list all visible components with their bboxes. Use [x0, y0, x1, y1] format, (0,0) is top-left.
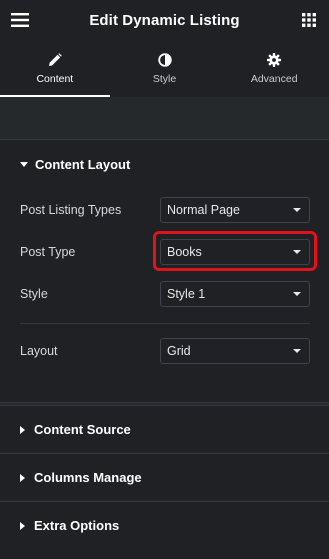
- caret-right-icon: [20, 521, 25, 530]
- style-value: Style 1: [167, 287, 206, 301]
- section-extra-options-title: Extra Options: [34, 518, 120, 533]
- section-columns-manage-header: Columns Manage: [20, 470, 142, 485]
- caret-down-icon: [20, 162, 28, 167]
- tab-style[interactable]: Style: [110, 41, 220, 97]
- half-circle-icon: [157, 53, 172, 67]
- field-post-type: Post Type Books: [20, 239, 310, 265]
- section-extra-options[interactable]: Extra Options: [0, 501, 329, 559]
- section-content-layout-title: Content Layout: [35, 157, 131, 172]
- layout-value: Grid: [167, 344, 191, 358]
- section-content-layout: Content Layout Post Listing Types Normal…: [0, 139, 329, 403]
- section-content-layout-toggle[interactable]: Content Layout: [20, 157, 130, 172]
- section-columns-manage[interactable]: Columns Manage: [0, 453, 329, 500]
- section-content-source-header: Content Source: [20, 422, 131, 437]
- field-style-label: Style: [20, 287, 48, 301]
- post-listing-types-select[interactable]: Normal Page: [160, 197, 310, 223]
- chevron-down-icon: [293, 250, 301, 254]
- post-type-select[interactable]: Books: [160, 239, 310, 265]
- grid-icon[interactable]: [302, 13, 316, 27]
- panel-tabs: Content Style Advanced: [0, 41, 329, 97]
- tab-advanced[interactable]: Advanced: [219, 41, 329, 97]
- pencil-icon: [48, 53, 62, 66]
- chevron-down-icon: [293, 208, 301, 212]
- hamburger-icon[interactable]: [11, 12, 29, 28]
- tab-style-label: Style: [152, 73, 177, 85]
- panel-spacer: [0, 97, 329, 139]
- field-post-listing-types-label: Post Listing Types: [20, 203, 122, 217]
- divider: [20, 323, 310, 324]
- chevron-down-icon: [293, 349, 301, 353]
- section-content-source-title: Content Source: [34, 422, 131, 437]
- chevron-down-icon: [293, 292, 301, 296]
- field-layout-label: Layout: [20, 344, 58, 358]
- field-layout: Layout Grid: [20, 338, 310, 364]
- tab-content[interactable]: Content: [0, 41, 110, 97]
- post-type-value: Books: [167, 245, 202, 259]
- section-extra-options-header: Extra Options: [20, 518, 119, 533]
- layout-select[interactable]: Grid: [160, 338, 310, 364]
- caret-right-icon: [20, 473, 25, 482]
- post-listing-types-value: Normal Page: [167, 203, 240, 217]
- tab-content-label: Content: [36, 73, 74, 85]
- field-post-listing-types: Post Listing Types Normal Page: [20, 197, 310, 223]
- caret-right-icon: [20, 425, 25, 434]
- field-post-type-label: Post Type: [20, 245, 76, 259]
- style-select[interactable]: Style 1: [160, 281, 310, 307]
- panel-title: Edit Dynamic Listing: [89, 12, 240, 29]
- tab-advanced-label: Advanced: [250, 73, 298, 85]
- section-columns-manage-title: Columns Manage: [34, 470, 142, 485]
- panel-header: Edit Dynamic Listing: [0, 0, 329, 41]
- section-content-source[interactable]: Content Source: [0, 405, 329, 452]
- gear-icon: [267, 53, 282, 67]
- field-style: Style Style 1: [20, 281, 310, 307]
